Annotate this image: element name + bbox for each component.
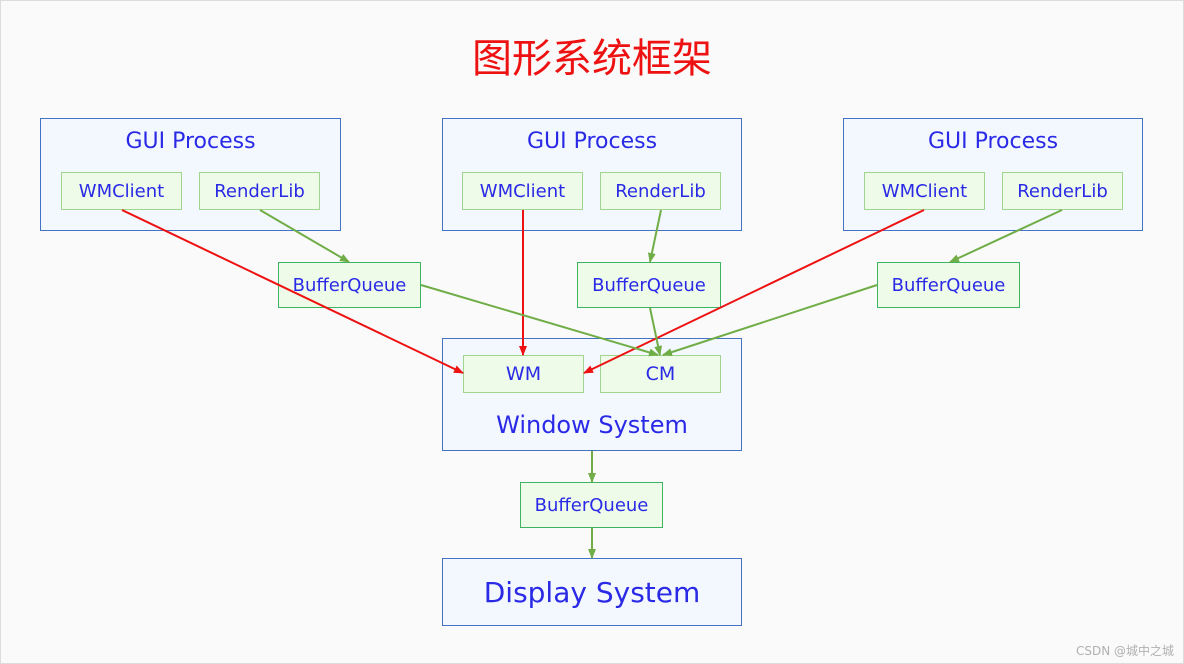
gui-process-label: GUI Process: [927, 129, 1059, 154]
wm-box: WM: [463, 355, 584, 393]
wmclient-box: WMClient: [462, 172, 583, 210]
renderlib-box: RenderLib: [600, 172, 721, 210]
window-system-label: Window System: [496, 411, 688, 439]
renderlib-box: RenderLib: [1002, 172, 1123, 210]
renderlib-box: RenderLib: [199, 172, 320, 210]
display-system: Display System: [442, 558, 742, 626]
diagram-title: 图形系统框架: [472, 36, 712, 82]
cm-box: CM: [600, 355, 721, 393]
bufferqueue-box-2: BufferQueue: [577, 262, 721, 308]
bufferqueue-box-3: BufferQueue: [877, 262, 1020, 308]
wmclient-box: WMClient: [61, 172, 182, 210]
wmclient-box: WMClient: [864, 172, 985, 210]
gui-process-label: GUI Process: [526, 129, 658, 154]
output-bufferqueue-box: BufferQueue: [520, 482, 663, 528]
bufferqueue-box-1: BufferQueue: [278, 262, 421, 308]
watermark: CSDN @城中之城: [1075, 644, 1174, 658]
gui-process-label: GUI Process: [125, 129, 256, 154]
